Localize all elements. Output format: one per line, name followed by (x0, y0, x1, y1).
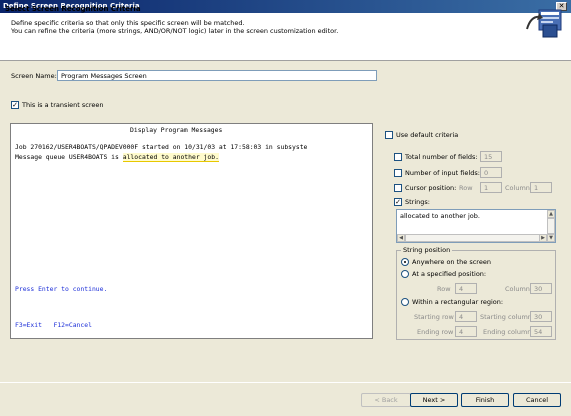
string-position-title: String position (401, 246, 453, 254)
transient-label: This is a transient screen (22, 101, 104, 109)
ending-row-label: Ending row (417, 328, 454, 336)
specified-column-input[interactable] (530, 283, 552, 294)
strings-text: allocated to another job. (400, 212, 480, 220)
page-description-line1: Define specific criteria so that only th… (11, 19, 245, 27)
specified-row-input[interactable] (455, 283, 477, 294)
rectangular-region-radio[interactable] (401, 298, 409, 306)
strings-textarea[interactable]: allocated to another job. ▲ ◀ ▶ ▼ (396, 209, 556, 243)
terminal-screen-preview: Display Program Messages Job 270162/USER… (10, 123, 373, 339)
footer-divider (0, 382, 571, 383)
specified-position-radio[interactable] (401, 270, 409, 278)
use-default-checkbox[interactable] (385, 131, 393, 139)
terminal-fkeys: F3=Exit F12=Cancel (15, 321, 92, 329)
input-fields-label: Number of input fields: (405, 169, 480, 177)
input-fields-input[interactable] (480, 167, 502, 178)
scroll-right-icon[interactable]: ▶ (539, 234, 547, 242)
screen-name-input[interactable] (57, 70, 377, 81)
cursor-column-label: Column (505, 184, 530, 192)
scroll-down-icon[interactable]: ▼ (547, 234, 555, 242)
horizontal-scrollbar[interactable] (405, 234, 541, 242)
terminal-line1: Job 270162/USER4BOATS/QPADEV000F started… (15, 143, 308, 151)
total-fields-input[interactable] (480, 151, 502, 162)
cursor-row-label: Row (459, 184, 473, 192)
starting-row-input[interactable] (455, 311, 477, 322)
cursor-row-input[interactable] (480, 182, 502, 193)
anywhere-radio[interactable] (401, 258, 409, 266)
starting-column-label: Starting column (480, 313, 532, 321)
terminal-title: Display Program Messages (130, 126, 223, 134)
total-fields-label: Total number of fields: (405, 153, 478, 161)
cancel-button[interactable]: Cancel (513, 393, 561, 407)
screen-name-label: Screen Name: (11, 72, 57, 80)
starting-row-label: Starting row (414, 313, 454, 321)
strings-checkbox[interactable] (394, 198, 402, 206)
anywhere-label: Anywhere on the screen (412, 258, 491, 266)
starting-column-input[interactable] (530, 311, 552, 322)
ending-column-label: Ending column (483, 328, 532, 336)
scroll-left-icon[interactable]: ◀ (397, 234, 405, 242)
strings-label: Strings: (405, 198, 430, 206)
back-button[interactable]: < Back (361, 393, 411, 407)
cursor-position-checkbox[interactable] (394, 184, 402, 192)
input-fields-checkbox[interactable] (394, 169, 402, 177)
use-default-label: Use default criteria (396, 131, 459, 139)
scroll-up-icon[interactable]: ▲ (547, 210, 555, 218)
rectangular-region-label: Within a rectangular region: (412, 298, 504, 306)
transient-checkbox[interactable] (11, 101, 19, 109)
next-button[interactable]: Next > (410, 393, 458, 407)
vertical-scrollbar[interactable] (547, 218, 555, 234)
screen-capture-icon (526, 9, 562, 38)
ending-column-input[interactable] (530, 326, 552, 337)
terminal-line2: Message queue USER4BOATS is (15, 153, 123, 161)
terminal-press-enter: Press Enter to continue. (15, 285, 108, 293)
finish-button[interactable]: Finish (461, 393, 509, 407)
page-title: Select Screen Recognition Criteria (5, 5, 141, 13)
specified-position-label: At a specified position: (412, 270, 487, 278)
total-fields-checkbox[interactable] (394, 153, 402, 161)
terminal-highlight: allocated to another job. (122, 153, 219, 162)
cursor-position-label: Cursor position: (405, 184, 457, 192)
page-description-line2: You can refine the criteria (more string… (11, 27, 339, 35)
cursor-column-input[interactable] (530, 182, 552, 193)
ending-row-input[interactable] (455, 326, 477, 337)
specified-row-label: Row (437, 285, 451, 293)
specified-column-label: Column (505, 285, 530, 293)
